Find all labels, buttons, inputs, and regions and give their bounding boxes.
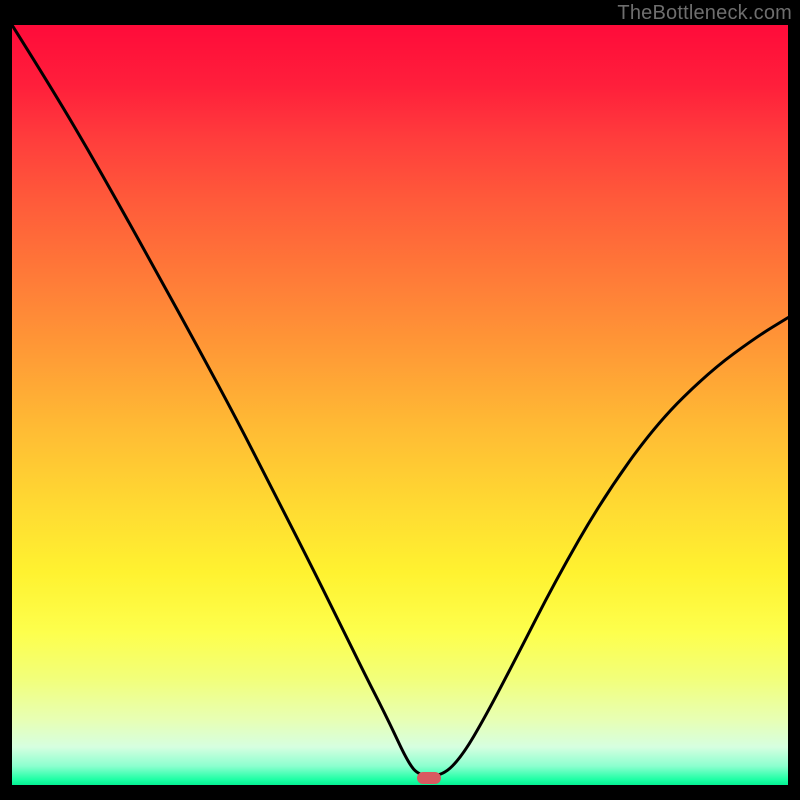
heat-gradient-background bbox=[12, 25, 788, 785]
watermark-text: TheBottleneck.com bbox=[617, 2, 792, 25]
plot-area bbox=[12, 25, 788, 785]
chart-stage: TheBottleneck.com bbox=[0, 0, 800, 800]
